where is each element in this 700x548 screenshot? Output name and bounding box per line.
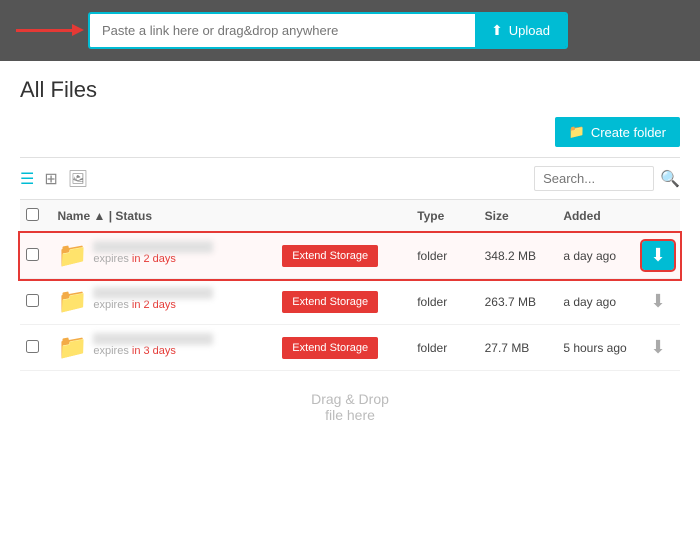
folder-icon: 📁: [57, 333, 87, 362]
select-all-checkbox[interactable]: [26, 208, 39, 221]
col-header-size: Size: [479, 200, 558, 233]
upload-button[interactable]: ⬆ Upload: [475, 14, 566, 47]
expires-text: expires in 3 days: [93, 345, 213, 357]
file-name-cell: 📁 expires in 2 days: [57, 287, 270, 316]
download-button[interactable]: ⬇: [642, 337, 674, 358]
page-title: All Files: [20, 77, 680, 103]
row-checkbox-1[interactable]: [26, 294, 39, 307]
drag-drop-sub: file here: [40, 407, 660, 423]
create-folder-button[interactable]: 📁 Create folder: [555, 117, 680, 147]
search-input[interactable]: [534, 166, 654, 191]
file-size: 263.7 MB: [479, 279, 558, 325]
file-added: a day ago: [557, 279, 636, 325]
col-header-check: [20, 200, 51, 233]
table-row: 📁 expires in 2 days Extend Storage folder…: [20, 233, 680, 279]
extend-storage-button[interactable]: Extend Storage: [282, 245, 378, 267]
folder-icon: 📁: [57, 241, 87, 270]
file-added: a day ago: [557, 233, 636, 279]
upload-icon: ⬆: [491, 22, 503, 39]
file-type: folder: [411, 325, 478, 371]
file-added: 5 hours ago: [557, 325, 636, 371]
col-header-added: Added: [557, 200, 636, 233]
arrow-line: [16, 29, 76, 32]
download-button[interactable]: ⬇: [642, 291, 674, 312]
file-name-blurred: [93, 333, 213, 345]
expires-text: expires in 2 days: [93, 299, 213, 311]
file-name-info: expires in 2 days: [93, 241, 213, 265]
image-view-icon[interactable]: 🖼: [68, 169, 88, 189]
file-type: folder: [411, 279, 478, 325]
expires-text: expires in 2 days: [93, 253, 213, 265]
col-header-dl: [636, 200, 680, 233]
col-header-name: Name ▲ | Status: [51, 200, 276, 233]
view-icons: ☰ ⊞ 🖼: [20, 169, 88, 189]
main-content: All Files 📁 Create folder ☰ ⊞ 🖼 🔍 Name ▲…: [0, 61, 700, 548]
toolbar: 📁 Create folder: [20, 117, 680, 147]
file-name-cell: 📁 expires in 3 days: [57, 333, 270, 362]
search-icon[interactable]: 🔍: [660, 169, 680, 189]
search-area: 🔍: [534, 166, 680, 191]
grid-view-icon[interactable]: ⊞: [44, 169, 57, 189]
file-size: 348.2 MB: [479, 233, 558, 279]
create-folder-label: Create folder: [591, 125, 666, 140]
col-header-type: Type: [411, 200, 478, 233]
row-checkbox-0[interactable]: [26, 248, 39, 261]
col-header-action: [276, 200, 411, 233]
file-name-info: expires in 3 days: [93, 333, 213, 357]
table-header-row: Name ▲ | Status Type Size Added: [20, 200, 680, 233]
file-name-cell: 📁 expires in 2 days: [57, 241, 270, 270]
upload-box: ⬆ Upload: [88, 12, 568, 49]
extend-storage-button[interactable]: Extend Storage: [282, 337, 378, 359]
file-name-info: expires in 2 days: [93, 287, 213, 311]
folder-icon: 📁: [57, 287, 87, 316]
table-row: 📁 expires in 2 days Extend Storage folder…: [20, 279, 680, 325]
extend-storage-button[interactable]: Extend Storage: [282, 291, 378, 313]
file-table: Name ▲ | Status Type Size Added 📁 expire…: [20, 200, 680, 371]
table-row: 📁 expires in 3 days Extend Storage folder…: [20, 325, 680, 371]
file-type: folder: [411, 233, 478, 279]
row-checkbox-2[interactable]: [26, 340, 39, 353]
create-folder-icon: 📁: [569, 124, 585, 140]
top-bar: ⬆ Upload: [0, 0, 700, 61]
list-view-icon[interactable]: ☰: [20, 169, 34, 189]
upload-label: Upload: [509, 23, 550, 38]
drag-drop-area: Drag & Drop file here: [20, 371, 680, 443]
drag-drop-label: Drag & Drop: [40, 391, 660, 407]
download-button[interactable]: ⬇: [642, 241, 674, 270]
expires-days: in 3 days: [132, 345, 176, 357]
file-name-blurred: [93, 287, 213, 299]
controls-row: ☰ ⊞ 🖼 🔍: [20, 157, 680, 200]
expires-days: in 2 days: [132, 253, 176, 265]
file-name-blurred: [93, 241, 213, 253]
file-size: 27.7 MB: [479, 325, 558, 371]
expires-days: in 2 days: [132, 299, 176, 311]
arrow-indicator: [16, 29, 76, 32]
url-input[interactable]: [90, 14, 475, 47]
